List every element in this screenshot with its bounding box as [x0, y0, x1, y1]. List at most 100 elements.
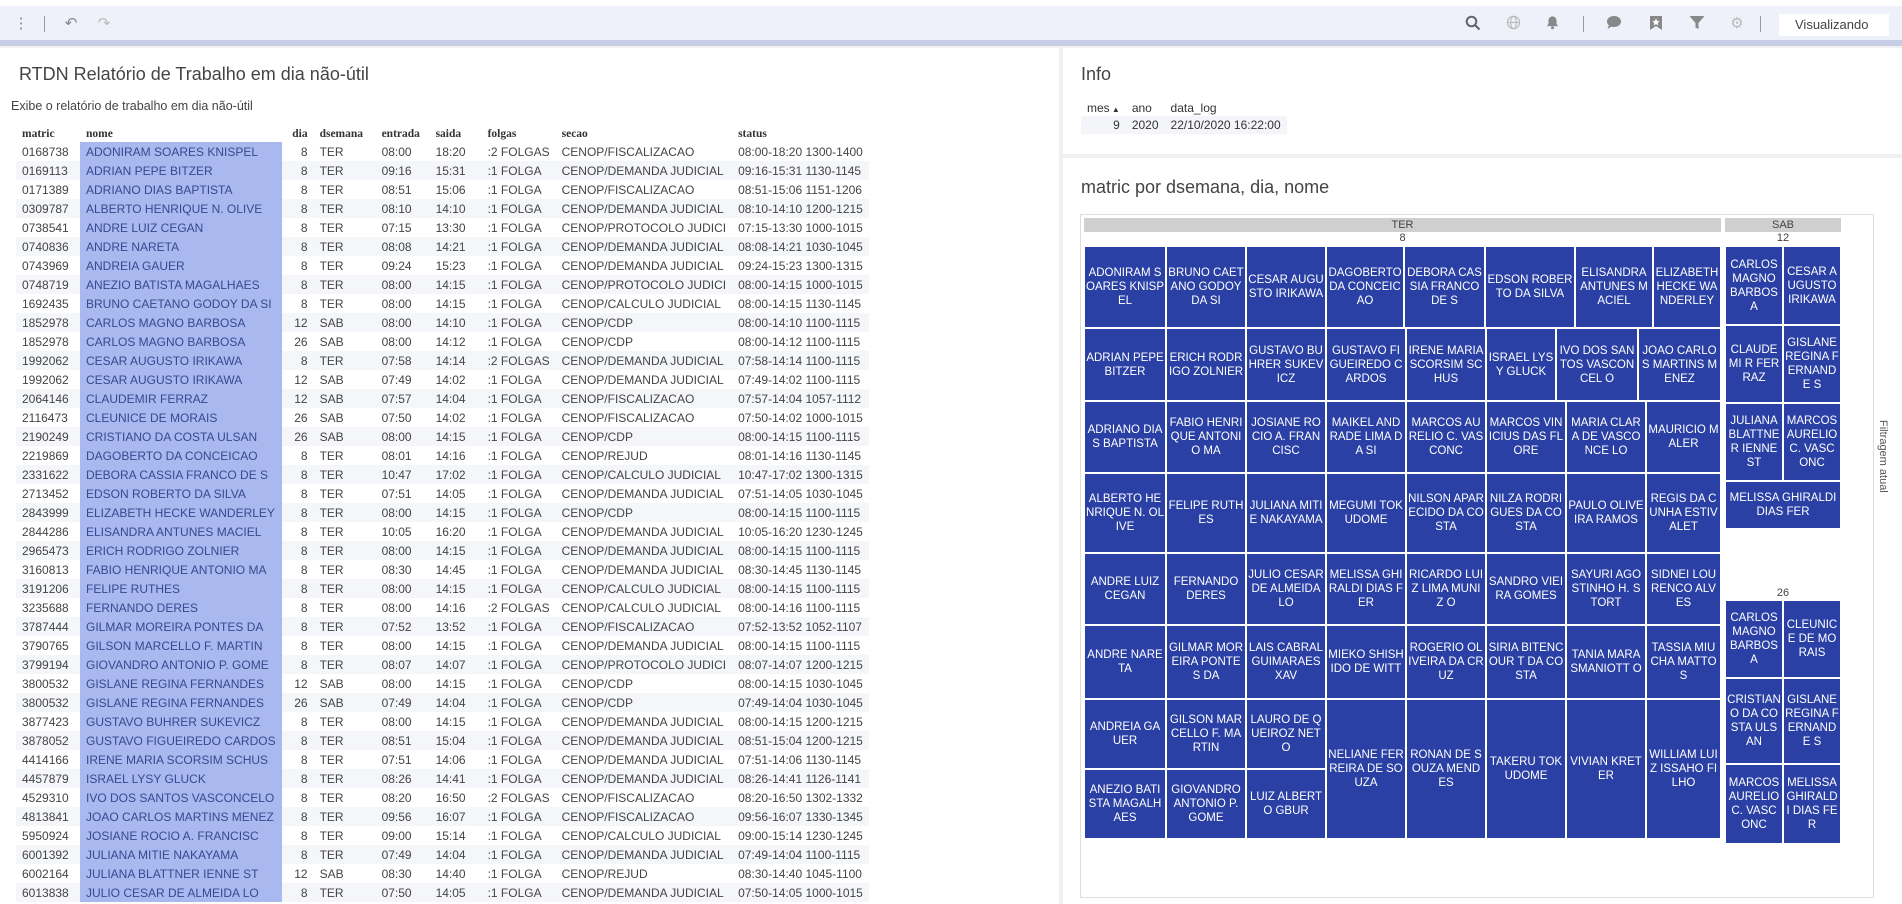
treemap-tile[interactable]: REGIS DA CUNHA ESTIVALET	[1646, 473, 1721, 553]
treemap-tile[interactable]: NILZA RODRIGUES DA COSTA	[1486, 473, 1566, 553]
table-row[interactable]: 3800532 GISLANE REGINA FERNANDES 26 SAB 07:4…	[16, 693, 869, 712]
treemap-tile[interactable]: FERNANDO DERES	[1166, 553, 1246, 625]
filter-icon[interactable]	[1688, 15, 1706, 33]
undo-icon[interactable]: ↶	[62, 15, 80, 33]
table-row[interactable]: 1852978 CARLOS MAGNO BARBOSA 12 SAB 08:00 14:…	[16, 313, 869, 332]
treemap-tile[interactable]: ISRAEL LYSY GLUCK	[1486, 328, 1556, 401]
table-row[interactable]: 2844286 ELISANDRA ANTUNES MACIEL 8 TER 10:05…	[16, 522, 869, 541]
treemap-tile[interactable]: FELIPE RUTHES	[1166, 473, 1246, 553]
column-header-matric[interactable]: matric	[16, 126, 80, 142]
treemap-tile[interactable]: CARLOS MAGNO BARBOSA	[1725, 246, 1783, 325]
treemap-tile[interactable]: EDSON ROBERTO DA SILVA	[1485, 246, 1575, 328]
treemap-tile[interactable]: PAULO OLIVEIRA RAMOS	[1566, 473, 1646, 553]
treemap-tile[interactable]: SIRIA BITENCOUR T DA COSTA	[1486, 625, 1566, 699]
table-row[interactable]: 1992062 CESAR AUGUSTO IRIKAWA 8 TER 07:58 14:…	[16, 351, 869, 370]
treemap-tile[interactable]: GUSTAVO FIGUEIREDO CARDOS	[1326, 328, 1406, 401]
column-header-dia[interactable]: dia	[282, 126, 314, 142]
treemap-tile[interactable]: MELISSA GHIRALDI DIAS FER	[1326, 553, 1406, 625]
treemap-tile[interactable]: ANEZIO BATISTA MAGALHAES	[1084, 769, 1166, 839]
comment-icon[interactable]	[1605, 15, 1623, 33]
treemap-tile[interactable]: MARCOS AURELIO C. VASCONC	[1406, 401, 1486, 473]
treemap-tile[interactable]: MARCOS AURELIO C. VASCONC	[1783, 403, 1841, 481]
treemap-tile[interactable]: NELIANE FERREIRA DE SOUZA	[1326, 699, 1406, 839]
treemap-tile[interactable]: NILSON APARECIDO DA COSTA	[1406, 473, 1486, 553]
table-row[interactable]: 0309787 ALBERTO HENRIQUE N. OLIVE 8 TER 08:1…	[16, 199, 869, 218]
info-col-data-log[interactable]: data_log	[1165, 100, 1287, 116]
table-row[interactable]: 0738541 ANDRE LUIZ CEGAN 8 TER 07:15 13:30:1 …	[16, 218, 869, 237]
treemap-tile[interactable]: SAYURI AGOSTINHO H. STORT	[1566, 553, 1646, 625]
table-row[interactable]: 2331622 DEBORA CASSIA FRANCO DE S 8 TER 10:4…	[16, 465, 869, 484]
treemap-tile[interactable]: ELIZABETH HECKE WANDERLEY	[1653, 246, 1721, 328]
table-row[interactable]: 2064146 CLAUDEMIR FERRAZ 12 SAB 07:57 14:04:1…	[16, 389, 869, 408]
treemap-tile[interactable]: ELISANDRA ANTUNES MACIEL	[1575, 246, 1653, 328]
treemap-tile[interactable]: FABIO HENRIQUE ANTONIO MA	[1166, 401, 1246, 473]
treemap-tile[interactable]: RONAN DE SOUZA MENDES	[1406, 699, 1486, 839]
treemap-tile[interactable]: CARLOS MAGNO BARBOSA	[1725, 600, 1783, 678]
treemap-tile[interactable]: GIOVANDRO ANTONIO P. GOME	[1166, 769, 1246, 839]
table-row[interactable]: 4529310 IVO DOS SANTOS VASCONCELO 8 TER 08:2…	[16, 788, 869, 807]
column-header-secao[interactable]: secao	[556, 126, 732, 142]
column-header-dsemana[interactable]: dsemana	[314, 126, 376, 142]
treemap-tile[interactable]: GISLANE REGINA FERNANDE S	[1783, 325, 1841, 403]
table-row[interactable]: 2219869 DAGOBERTO DA CONCEICAO 8 TER 08:01 14…	[16, 446, 869, 465]
gear-icon[interactable]: ⚙	[1728, 15, 1746, 33]
treemap-tile[interactable]: JULIO CESAR DE ALMEIDA LO	[1246, 553, 1326, 625]
treemap-tile[interactable]: WILLIAM LUIZ ISSAHO FILHO	[1646, 699, 1721, 839]
search-icon[interactable]	[1464, 15, 1482, 33]
treemap-tile[interactable]: MARIA CLARA DE VASCONCE LO	[1566, 401, 1646, 473]
treemap-tile[interactable]: JOAO CARLOS MARTINS MENEZ	[1638, 328, 1721, 401]
treemap-tile[interactable]: ALBERTO HENRIQUE N. OLIVE	[1084, 473, 1166, 553]
column-header-nome[interactable]: nome	[80, 126, 282, 142]
treemap-tile[interactable]: CESAR AUGUSTO IRIKAWA	[1783, 246, 1841, 325]
table-row[interactable]: 6001392 JULIANA MITIE NAKAYAMA 8 TER 07:49 14…	[16, 845, 869, 864]
treemap-tile[interactable]: DEBORA CASSIA FRANCO DE S	[1404, 246, 1485, 328]
treemap-tile[interactable]: CLAUDEMI R FERRAZ	[1725, 325, 1783, 403]
treemap-tile[interactable]: LAIS CABRAL GUIMARAES XAV	[1246, 625, 1326, 699]
treemap-tile[interactable]: TAKERU TOKUDOME	[1486, 699, 1566, 839]
table-row[interactable]: 4457879 ISRAEL LYSY GLUCK 8 TER 08:26 14:41:1…	[16, 769, 869, 788]
table-row[interactable]: 0740836 ANDRE NARETA 8 TER 08:08 14:21:1 FOLG…	[16, 237, 869, 256]
treemap-tile[interactable]: MEGUMI TOKUDOME	[1326, 473, 1406, 553]
table-row[interactable]: 0743969 ANDREIA GAUER 8 TER 09:24 15:23:1 FOL…	[16, 256, 869, 275]
table-row[interactable]: 0171389 ADRIANO DIAS BAPTISTA 8 TER 08:51 15:…	[16, 180, 869, 199]
table-row[interactable]: 1692435 BRUNO CAETANO GODOY DA SI 8 TER 08:0…	[16, 294, 869, 313]
treemap-tile[interactable]: LAURO DE QUEIROZ NETO	[1246, 699, 1326, 769]
view-mode-dropdown[interactable]: Visualizando	[1779, 14, 1889, 36]
table-row[interactable]: 3799194 GIOVANDRO ANTONIO P. GOME 8 TER 08:0…	[16, 655, 869, 674]
table-row[interactable]: 2843999 ELIZABETH HECKE WANDERLEY 8 TER 08:0…	[16, 503, 869, 522]
table-row[interactable]: 2190249 CRISTIANO DA COSTA ULSAN 26 SAB 08:0…	[16, 427, 869, 446]
treemap-tile[interactable]: ANDRE LUIZ CEGAN	[1084, 553, 1166, 625]
treemap-tile[interactable]: IRENE MARIA SCORSIM SCHUS	[1406, 328, 1486, 401]
table-row[interactable]: 3787444 GILMAR MOREIRA PONTES DA 8 TER 07:52…	[16, 617, 869, 636]
treemap-tile[interactable]: IVO DOS SANTOS VASCONCEL O	[1556, 328, 1638, 401]
treemap-tile[interactable]: DAGOBERTO DA CONCEICAO	[1326, 246, 1404, 328]
treemap-tile[interactable]: ROGERIO OLIVEIRA DA CRUZ	[1406, 625, 1486, 699]
treemap-tile[interactable]: MAIKEL ANDRADE LIMA DA SI	[1326, 401, 1406, 473]
table-row[interactable]: 3878052 GUSTAVO FIGUEIREDO CARDOS 8 TER 08:5…	[16, 731, 869, 750]
treemap-tile[interactable]: ANDRE NARETA	[1084, 625, 1166, 699]
treemap-tile[interactable]: CLEUNICE DE MORAIS	[1783, 600, 1841, 678]
treemap-tile[interactable]: CRISTIANO DA COSTA ULSAN	[1725, 678, 1783, 764]
table-row[interactable]: 2713452 EDSON ROBERTO DA SILVA 8 TER 07:51 14…	[16, 484, 869, 503]
treemap-tile[interactable]: JULIANA MITIE NAKAYAMA	[1246, 473, 1326, 553]
treemap-tile[interactable]: ANDREIA GAUER	[1084, 699, 1166, 769]
treemap-tile[interactable]: MARCOS VINICIUS DAS FLORE	[1486, 401, 1566, 473]
table-row[interactable]: 1992062 CESAR AUGUSTO IRIKAWA 12 SAB 07:49 14…	[16, 370, 869, 389]
table-row[interactable]: 4414166 IRENE MARIA SCORSIM SCHUS 8 TER 07:5…	[16, 750, 869, 769]
table-row[interactable]: 3191206 FELIPE RUTHES 8 TER 08:00 14:15:1 FOL…	[16, 579, 869, 598]
info-col-ano[interactable]: ano	[1126, 100, 1165, 116]
treemap-tile[interactable]: GISLANE REGINA FERNANDE S	[1783, 678, 1841, 764]
redo-icon[interactable]: ↷	[95, 15, 113, 33]
table-row[interactable]: 0748719 ANEZIO BATISTA MAGALHAES 8 TER 08:00…	[16, 275, 869, 294]
table-row[interactable]: 3790765 GILSON MARCELLO F. MARTIN 8 TER 08:0…	[16, 636, 869, 655]
globe-icon[interactable]	[1504, 15, 1522, 33]
table-row[interactable]: 0168738 ADONIRAM SOARES KNISPEL 8 TER 08:00 1…	[16, 142, 869, 161]
treemap-tile[interactable]: RICARDO LUIZ LIMA MUNIZ O	[1406, 553, 1486, 625]
treemap-tile[interactable]: TASSIA MIUCHA MATTOS	[1646, 625, 1721, 699]
more-vertical-icon[interactable]: ⋮	[12, 15, 30, 33]
table-row[interactable]: 2116473 CLEUNICE DE MORAIS 26 SAB 07:50 14:02…	[16, 408, 869, 427]
treemap-tile[interactable]: ERICH RODRIGO ZOLNIER	[1166, 328, 1246, 401]
treemap-tile[interactable]: BRUNO CAETANO GODOY DA SI	[1166, 246, 1246, 328]
treemap-tile[interactable]: JOSIANE ROCIO A. FRANCISC	[1246, 401, 1326, 473]
treemap-tile[interactable]: GILMAR MOREIRA PONTES DA	[1166, 625, 1246, 699]
